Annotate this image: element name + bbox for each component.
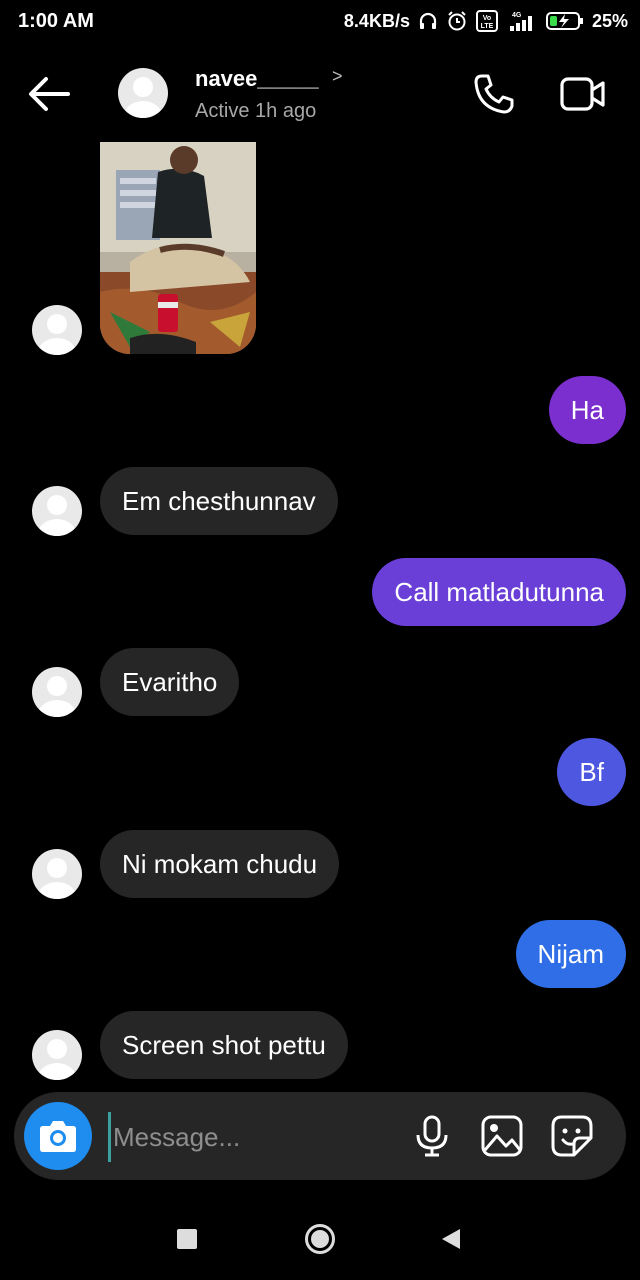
contact-status: Active 1h ago xyxy=(195,100,317,122)
default-avatar-icon xyxy=(37,1039,77,1080)
signal-icon: 4G xyxy=(506,10,538,32)
sticker-button[interactable] xyxy=(550,1114,594,1158)
microphone-icon xyxy=(416,1115,448,1157)
chevron-right-icon: > xyxy=(332,66,343,86)
back-button[interactable] xyxy=(26,74,72,114)
photo-message[interactable] xyxy=(100,142,256,354)
sender-avatar xyxy=(32,1030,82,1080)
status-bar: 1:00 AM 8.4KB/s Vo LTE 4G 25% xyxy=(0,0,640,44)
contact-avatar[interactable] xyxy=(118,68,168,118)
triangle-back-icon xyxy=(442,1229,460,1249)
svg-text:Vo: Vo xyxy=(483,15,491,22)
system-navigation-bar xyxy=(0,1200,640,1280)
home-button[interactable] xyxy=(304,1223,336,1260)
status-icons: 8.4KB/s Vo LTE 4G 25% xyxy=(344,10,628,32)
default-avatar-icon xyxy=(37,314,77,355)
default-avatar-icon xyxy=(37,858,77,899)
message-bubble-incoming[interactable]: Ni mokam chudu xyxy=(100,830,340,898)
default-avatar-icon xyxy=(123,77,163,118)
gallery-button[interactable] xyxy=(480,1114,524,1158)
square-icon xyxy=(177,1229,197,1249)
voice-message-button[interactable] xyxy=(410,1114,454,1158)
message-input[interactable] xyxy=(108,1112,395,1162)
sender-avatar xyxy=(32,849,82,899)
network-4g-label: 4G xyxy=(512,12,522,19)
message-bubble-incoming[interactable]: Evaritho xyxy=(100,648,240,716)
contact-name[interactable]: navee_____ xyxy=(195,66,319,92)
message-bubble-outgoing[interactable]: Nijam xyxy=(515,920,626,988)
volte-icon: Vo LTE xyxy=(475,10,498,32)
arrow-left-icon xyxy=(29,77,70,111)
audio-call-button[interactable] xyxy=(472,72,516,116)
sticker-icon xyxy=(551,1115,593,1157)
sender-avatar xyxy=(32,305,82,355)
camera-button[interactable] xyxy=(24,1102,92,1170)
recents-button[interactable] xyxy=(176,1228,198,1255)
message-bubble-outgoing[interactable]: Ha xyxy=(548,376,626,444)
default-avatar-icon xyxy=(37,495,77,536)
sender-avatar xyxy=(32,667,82,717)
chat-header: navee_____ > Active 1h ago xyxy=(0,44,640,140)
camera-icon xyxy=(40,1121,76,1152)
battery-level: 25% xyxy=(591,10,628,31)
message-bubble-incoming[interactable]: Em chesthunnav xyxy=(100,467,338,535)
default-avatar-icon xyxy=(37,676,77,717)
video-camera-icon xyxy=(560,77,605,111)
alarm-icon xyxy=(446,10,468,32)
sender-avatar xyxy=(32,486,82,536)
network-speed: 8.4KB/s xyxy=(343,10,410,31)
message-composer xyxy=(14,1092,626,1180)
circle-icon xyxy=(305,1224,335,1254)
message-bubble-incoming[interactable]: Screen shot pettu xyxy=(100,1011,348,1079)
status-time: 1:00 AM xyxy=(18,10,94,32)
headphones-icon xyxy=(418,11,438,31)
video-call-button[interactable] xyxy=(560,74,606,114)
back-nav-button[interactable] xyxy=(440,1227,462,1256)
message-bubble-outgoing[interactable]: Call matladutunna xyxy=(372,558,626,626)
svg-text:LTE: LTE xyxy=(481,23,494,30)
shared-photo xyxy=(100,142,256,354)
image-icon xyxy=(481,1115,523,1157)
battery-icon xyxy=(545,11,584,31)
phone-icon xyxy=(474,74,514,114)
message-bubble-outgoing[interactable]: Bf xyxy=(557,738,626,806)
